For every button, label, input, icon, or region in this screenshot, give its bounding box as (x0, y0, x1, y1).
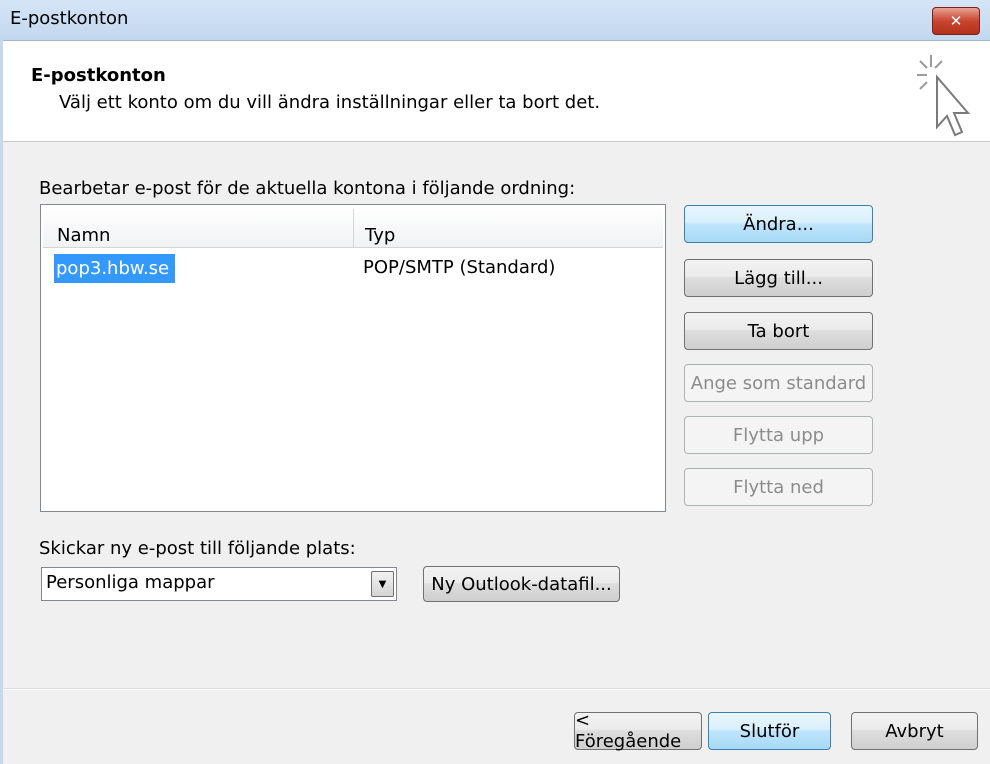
delivery-location-label: Skickar ny e-post till följande plats: (39, 538, 356, 559)
set-default-button[interactable]: Ange som standard (684, 364, 873, 402)
window-title: E-postkonton (10, 8, 129, 29)
account-type: POP/SMTP (Standard) (363, 257, 556, 278)
change-button[interactable]: Ändra... (684, 205, 873, 243)
cancel-button[interactable]: Avbryt (851, 712, 978, 750)
column-header-type[interactable]: Typ (365, 225, 395, 246)
cursor-sparkle-icon (917, 55, 971, 137)
window-frame (0, 40, 3, 764)
new-outlook-data-file-button[interactable]: Ny Outlook-datafil... (423, 566, 620, 602)
header-title: E-postkonton (31, 65, 166, 86)
back-button[interactable]: < Föregående (574, 710, 702, 752)
remove-button[interactable]: Ta bort (684, 312, 873, 350)
move-up-button[interactable]: Flytta upp (684, 416, 873, 454)
close-button[interactable]: ✕ (932, 7, 980, 35)
column-divider[interactable] (353, 209, 354, 247)
delivery-location-value: Personliga mappar (46, 572, 215, 593)
column-header-name[interactable]: Namn (57, 225, 110, 246)
add-button[interactable]: Lägg till... (684, 259, 873, 297)
delivery-location-select[interactable]: Personliga mappar ▼ (41, 567, 397, 601)
footer-divider (3, 688, 990, 690)
dropdown-arrow-icon[interactable]: ▼ (371, 571, 394, 597)
accounts-list[interactable]: Namn Typ pop3.hbw.se POP/SMTP (Standard) (40, 204, 666, 512)
list-column-header: Namn Typ (43, 207, 663, 248)
header-subtitle: Välj ett konto om du vill ändra inställn… (59, 92, 601, 113)
move-down-button[interactable]: Flytta ned (684, 468, 873, 506)
finish-button[interactable]: Slutför (708, 712, 831, 750)
title-bar: E-postkonton ✕ (0, 0, 990, 41)
close-icon: ✕ (949, 12, 963, 30)
wizard-header: E-postkonton Välj ett konto om du vill ä… (3, 41, 990, 142)
account-name[interactable]: pop3.hbw.se (54, 254, 176, 283)
accounts-order-label: Bearbetar e-post för de aktuella kontona… (39, 178, 576, 199)
